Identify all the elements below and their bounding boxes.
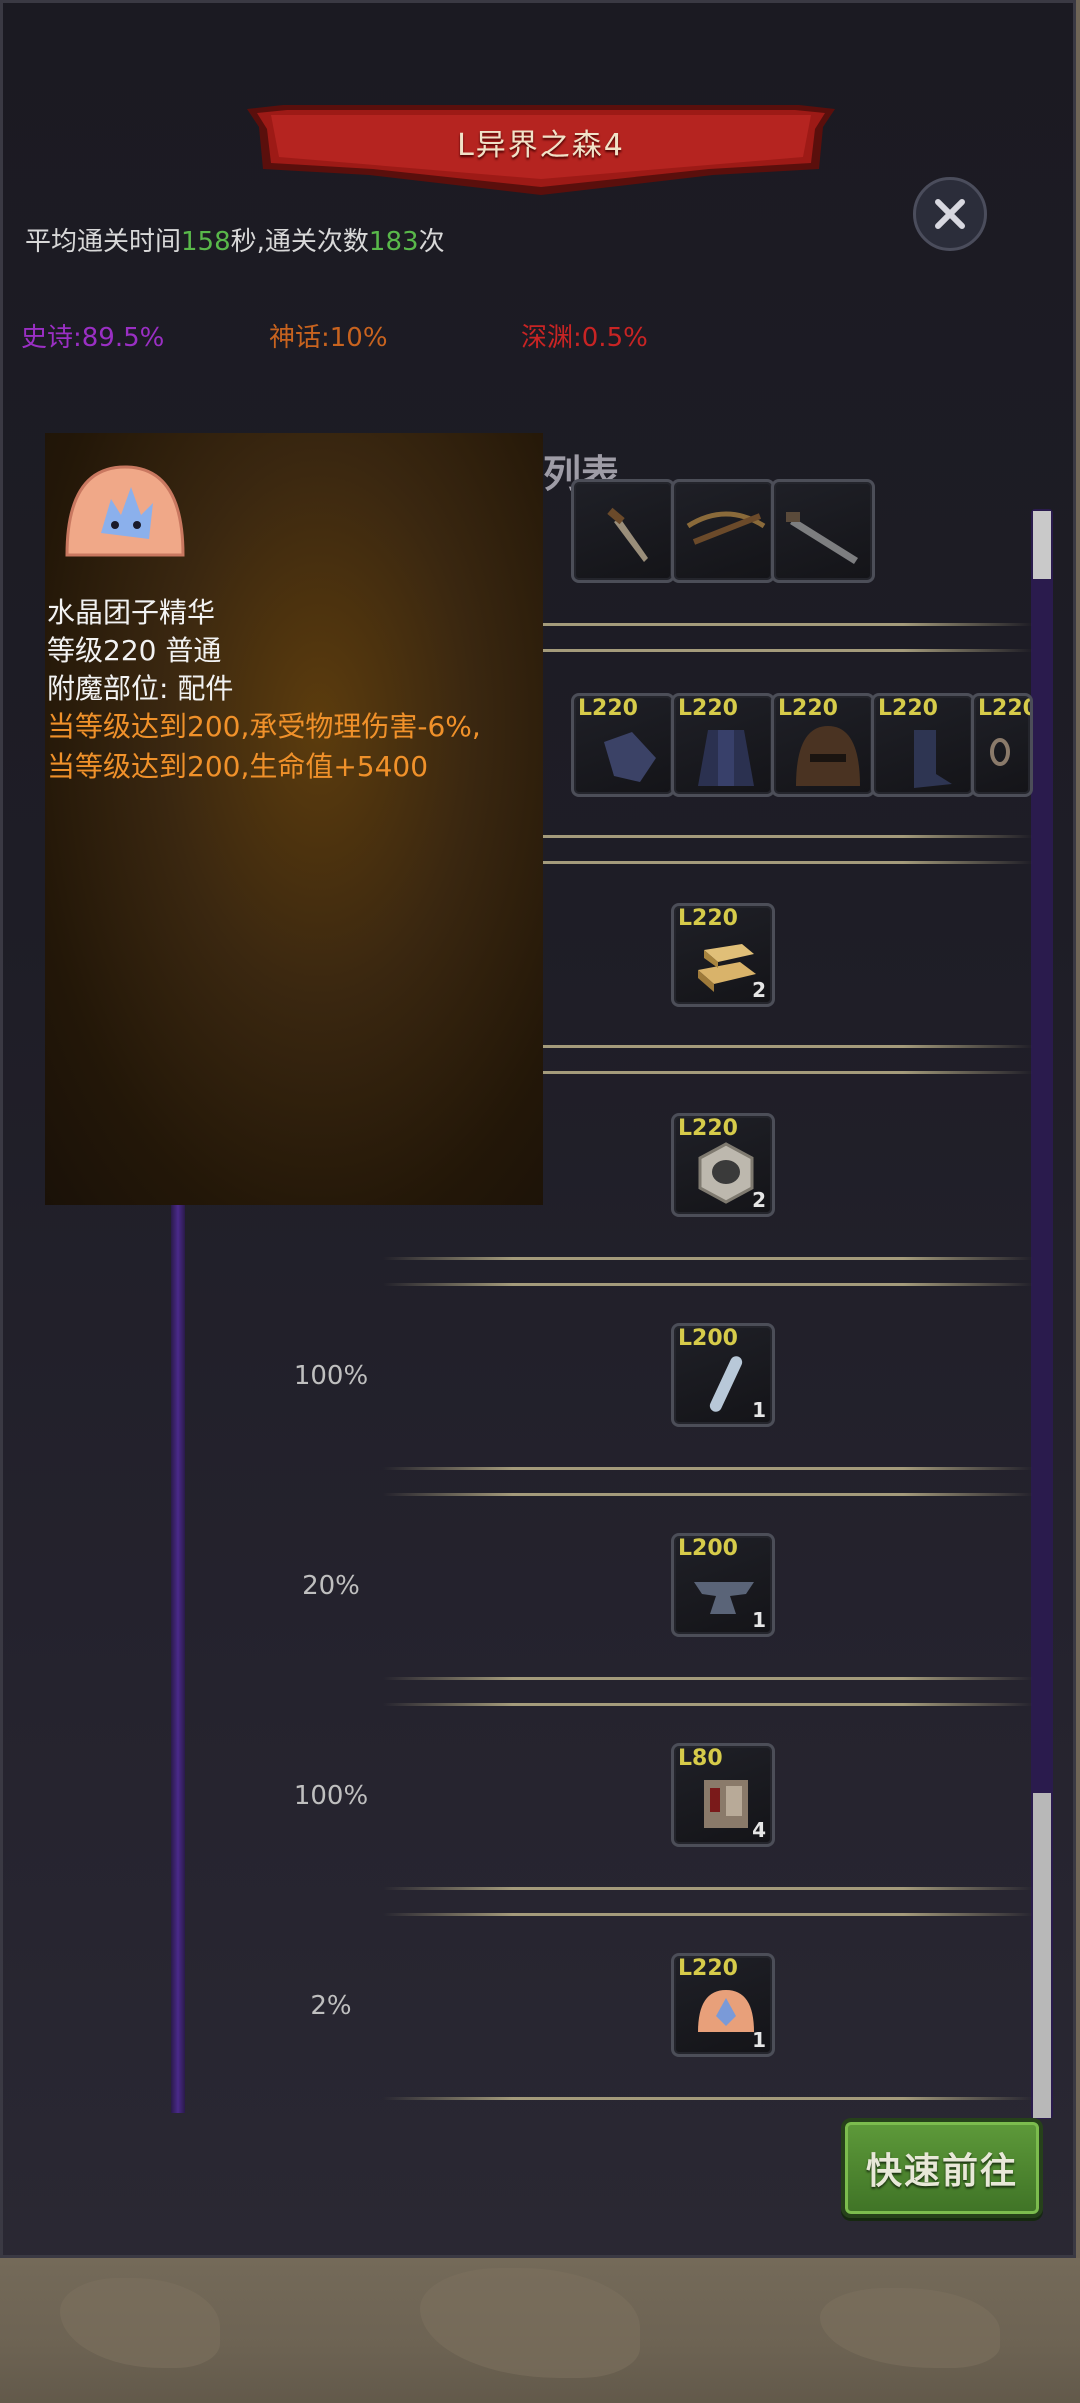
- item-level: L220: [678, 1956, 738, 1981]
- drop-rate: 100%: [293, 1781, 369, 1811]
- list-rail: [171, 1183, 185, 2113]
- tooltip-effect: 当等级达到200,生命值+5400: [47, 750, 429, 783]
- item-level: L220: [878, 696, 938, 721]
- crossbow-icon: [686, 511, 766, 545]
- item-level: L200: [678, 1326, 738, 1351]
- item-tooltip: 水晶团子精华 等级220 普通 附魔部位: 配件 当等级达到200,承受物理伤害…: [45, 433, 543, 1205]
- dungeon-info-panel: L异界之森4 平均通关时间158秒,通关次数183次 史诗:89.5% 神话:1…: [0, 0, 1076, 2258]
- item-count: 4: [752, 1818, 766, 1842]
- crystal-slime-icon: [65, 465, 185, 557]
- row-divider: [383, 1257, 1033, 1287]
- item-count: 1: [752, 2028, 766, 2052]
- tooltip-slot: 附魔部位: 配件: [47, 672, 234, 705]
- item-count: 2: [752, 978, 766, 1002]
- row-divider: [383, 1467, 1033, 1497]
- item-slot-gloves[interactable]: L220: [571, 693, 675, 797]
- item-slot-ring[interactable]: L220: [971, 693, 1033, 797]
- item-level: L220: [678, 1116, 738, 1141]
- close-icon: [935, 199, 965, 229]
- close-button[interactable]: [913, 177, 987, 251]
- scrollbar-thumb-lower[interactable]: [1033, 1793, 1051, 2118]
- stats-suffix: 次: [418, 227, 445, 257]
- item-level: L220: [778, 696, 838, 721]
- item-slot-anvil[interactable]: L200 1: [671, 1533, 775, 1637]
- background-ground: [0, 2258, 1080, 2403]
- item-count: 1: [752, 1608, 766, 1632]
- item-level: L80: [678, 1746, 723, 1771]
- title-banner: L异界之森4: [243, 101, 839, 197]
- row-divider: [383, 1677, 1033, 1707]
- clear-count: 183: [368, 227, 419, 257]
- item-slot-boots[interactable]: L220: [871, 693, 975, 797]
- page-title: L异界之森4: [457, 128, 625, 163]
- rarity-myth: 神话:10%: [269, 323, 388, 353]
- item-slot-helmet[interactable]: L220: [771, 693, 875, 797]
- item-slot-dagger[interactable]: [571, 479, 675, 583]
- item-slot-robe[interactable]: L220: [671, 693, 775, 797]
- clear-stats: 平均通关时间158秒,通关次数183次: [25, 221, 445, 258]
- item-slot-gold-bars[interactable]: L220 2: [671, 903, 775, 1007]
- scrollbar-thumb[interactable]: [1033, 511, 1051, 579]
- tooltip-level: 等级220 普通: [47, 634, 222, 667]
- item-count: 1: [752, 1398, 766, 1422]
- avg-clear-time: 158: [181, 227, 231, 257]
- item-level: L220: [578, 696, 638, 721]
- item-level: L200: [678, 1536, 738, 1561]
- drop-rate: 20%: [302, 1571, 360, 1601]
- item-slot-crossbow[interactable]: [671, 479, 775, 583]
- item-level: L220: [678, 696, 738, 721]
- quick-go-button[interactable]: 快速前往: [841, 2118, 1043, 2218]
- item-slot-hex-nut[interactable]: L220 2: [671, 1113, 775, 1217]
- dagger-icon: [607, 507, 648, 562]
- sword-icon: [786, 512, 858, 564]
- item-slot-test-tube[interactable]: L200 1: [671, 1323, 775, 1427]
- item-level: L220: [978, 696, 1033, 721]
- rarity-epic: 史诗:89.5%: [21, 323, 165, 353]
- stats-prefix: 平均通关时间: [25, 227, 182, 257]
- item-slot-crystal-slime[interactable]: L220 1: [671, 1953, 775, 2057]
- item-slot-sword[interactable]: [771, 479, 875, 583]
- tooltip-item-name: 水晶团子精华: [47, 596, 216, 629]
- stats-mid: 秒,通关次数: [230, 227, 369, 257]
- item-count: 2: [752, 1188, 766, 1212]
- tooltip-effect: 当等级达到200,承受物理伤害-6%,: [47, 710, 481, 743]
- row-divider: [383, 1887, 1033, 1917]
- drop-rate: 100%: [293, 1361, 369, 1391]
- rarity-abyss: 深渊:0.5%: [521, 323, 648, 353]
- item-slot-scroll[interactable]: L80 4: [671, 1743, 775, 1847]
- drop-rate: 2%: [310, 1991, 352, 2021]
- item-level: L220: [678, 906, 738, 931]
